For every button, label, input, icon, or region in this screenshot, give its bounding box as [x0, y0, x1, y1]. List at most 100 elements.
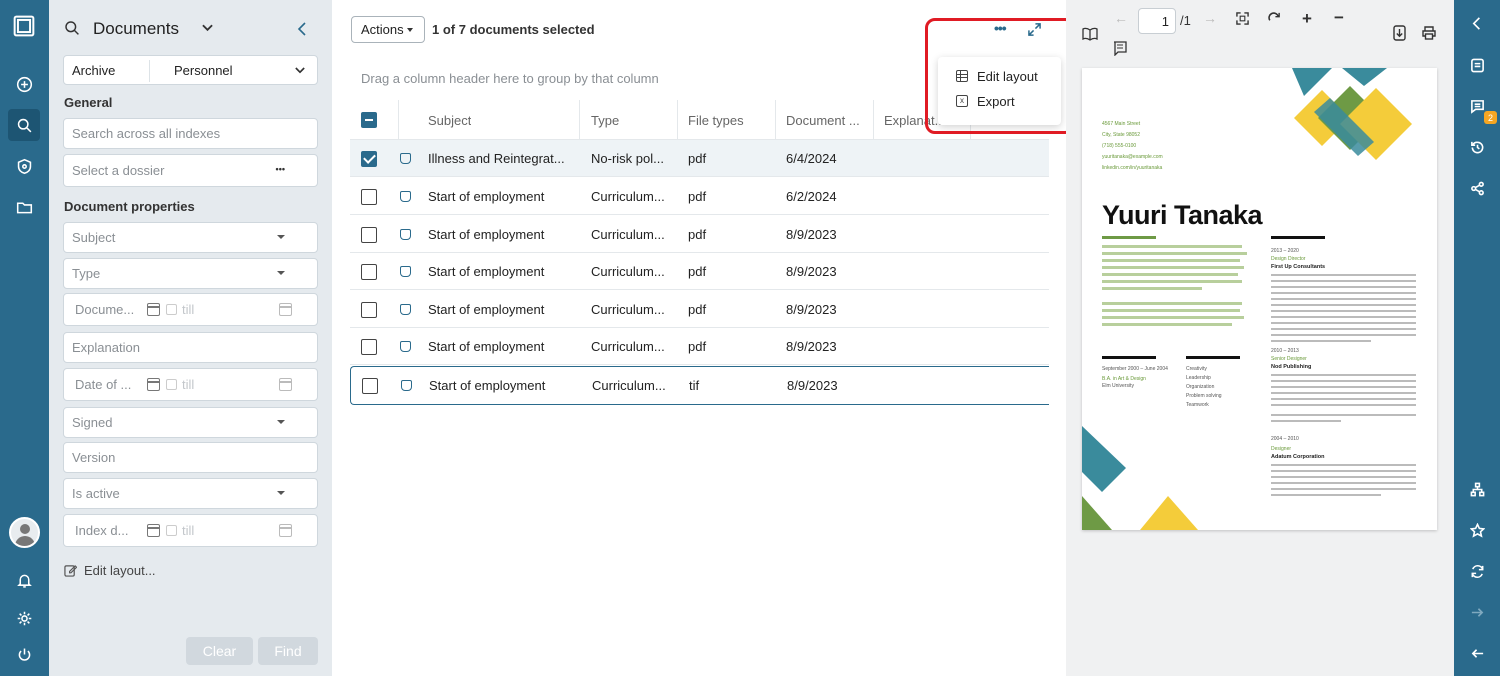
cell-document-date: 8/9/2023: [786, 264, 837, 279]
signed-select[interactable]: Signed: [63, 407, 318, 438]
page-number-input[interactable]: 1: [1138, 8, 1176, 34]
date-of-range[interactable]: Date of ... till: [63, 368, 318, 401]
document-type-icon: [400, 153, 411, 164]
row-checkbox[interactable]: [361, 338, 377, 355]
dossier-selector[interactable]: Select a dossier •••: [63, 154, 318, 187]
row-checkbox[interactable]: [361, 150, 377, 167]
add-icon[interactable]: [8, 68, 40, 100]
cell-document-date: 8/9/2023: [786, 302, 837, 317]
panel-header: Documents: [49, 0, 332, 56]
cv-name: Yuuri Tanaka: [1102, 200, 1263, 230]
comment-icon[interactable]: [1113, 41, 1127, 56]
cell-type: Curriculum...: [592, 378, 666, 393]
zoom-in-icon[interactable]: +: [1302, 9, 1312, 29]
rotate-icon[interactable]: [1268, 12, 1281, 25]
collapse-panel-icon[interactable]: [297, 22, 306, 36]
cv-job3-years: 2004 – 2010: [1271, 436, 1299, 442]
edit-layout-link[interactable]: Edit layout...: [64, 563, 156, 578]
cv-skill-3: Organization: [1186, 384, 1215, 390]
panel-title: Documents: [93, 19, 179, 38]
collapse-viewer-icon[interactable]: [1468, 14, 1486, 32]
cv-skill-5: Teamwork: [1186, 402, 1209, 408]
is-active-select[interactable]: Is active: [63, 478, 318, 509]
actions-dropdown-button[interactable]: Actions: [351, 16, 425, 43]
cell-file-type: pdf: [688, 189, 707, 204]
sync-icon[interactable]: [1468, 562, 1486, 580]
subject-placeholder: Subject: [72, 230, 116, 245]
version-field[interactable]: Version: [63, 442, 318, 473]
till-label: till: [182, 377, 195, 392]
document-date-range[interactable]: Docume... till: [63, 293, 318, 326]
row-checkbox[interactable]: [361, 301, 377, 318]
cell-subject: Start of employment: [428, 339, 545, 354]
arrow-left-icon[interactable]: [1468, 644, 1486, 662]
type-placeholder: Type: [72, 266, 101, 281]
calendar-icon[interactable]: [279, 303, 292, 316]
zoom-out-icon[interactable]: −: [1334, 8, 1344, 28]
more-icon[interactable]: •••: [276, 164, 285, 174]
search-nav-icon[interactable]: [8, 109, 40, 141]
calendar-icon[interactable]: [147, 378, 160, 391]
document-info-icon[interactable]: [1468, 56, 1486, 74]
column-header-document-date[interactable]: Document ...: [786, 100, 860, 140]
cell-subject: Start of employment: [428, 189, 545, 204]
row-checkbox[interactable]: [361, 188, 377, 205]
column-header-file-types[interactable]: File types: [688, 100, 744, 140]
edit-icon: [64, 565, 77, 577]
calendar-icon[interactable]: [279, 524, 292, 537]
type-select[interactable]: Type: [63, 258, 318, 289]
share-icon[interactable]: [1468, 179, 1486, 197]
table-row[interactable]: Start of employment Curriculum... pdf 6/2/2…: [350, 178, 1049, 215]
calendar-icon[interactable]: [279, 378, 292, 391]
find-button[interactable]: Find: [258, 637, 318, 665]
cell-subject: Start of employment: [428, 227, 545, 242]
avatar[interactable]: [9, 517, 40, 548]
explanation-field[interactable]: Explanation: [63, 332, 318, 363]
explanation-placeholder: Explanation: [72, 340, 140, 355]
archive-selector[interactable]: Archive Personnel: [63, 55, 318, 85]
shield-icon[interactable]: [8, 150, 40, 182]
clear-button[interactable]: Clear: [186, 637, 253, 665]
group-by-drop-zone[interactable]: Drag a column header here to group by th…: [361, 71, 659, 86]
hierarchy-icon[interactable]: [1468, 480, 1486, 498]
table-row[interactable]: Illness and Reintegrat... No-risk pol... p…: [350, 140, 1049, 177]
table-row[interactable]: Start of employment Curriculum... pdf 8/9/2…: [350, 291, 1049, 328]
row-checkbox[interactable]: [362, 377, 378, 394]
table-row[interactable]: Start of employment Curriculum... pdf 8/9/2…: [350, 253, 1049, 290]
arrow-right-icon[interactable]: [1468, 603, 1486, 621]
bell-icon[interactable]: [8, 564, 40, 596]
select-all-checkbox[interactable]: [361, 112, 377, 128]
next-page-icon[interactable]: →: [1203, 10, 1217, 26]
gear-icon[interactable]: [8, 602, 40, 634]
document-type-icon: [400, 229, 411, 240]
row-checkbox[interactable]: [361, 226, 377, 243]
cv-skill-4: Problem solving: [1186, 393, 1222, 399]
table-row[interactable]: Start of employment Curriculum... pdf 8/9/2…: [350, 216, 1049, 253]
calendar-icon[interactable]: [147, 524, 160, 537]
cell-type: Curriculum...: [591, 227, 665, 242]
app-logo-icon[interactable]: [8, 10, 40, 42]
row-checkbox[interactable]: [361, 263, 377, 280]
star-icon[interactable]: [1468, 521, 1486, 539]
highlight-annotation: [925, 18, 1075, 134]
edit-layout-label: Edit layout...: [84, 563, 156, 578]
download-icon[interactable]: [1393, 25, 1406, 41]
search-input[interactable]: Search across all indexes: [63, 118, 318, 149]
archive-label: Archive: [72, 62, 116, 78]
power-icon[interactable]: [8, 638, 40, 670]
history-icon[interactable]: [1468, 138, 1486, 156]
cell-file-type: pdf: [688, 227, 707, 242]
table-row[interactable]: Start of employment Curriculum... pdf 8/9/2…: [350, 328, 1049, 365]
chevron-down-icon[interactable]: [202, 24, 213, 32]
column-header-type[interactable]: Type: [591, 100, 619, 140]
calendar-icon[interactable]: [147, 303, 160, 316]
book-icon[interactable]: [1082, 27, 1098, 41]
previous-page-icon[interactable]: ←: [1114, 10, 1128, 26]
table-row[interactable]: Start of employment Curriculum... tif 8/9/2…: [350, 366, 1049, 405]
index-date-range[interactable]: Index d... till: [63, 514, 318, 547]
subject-select[interactable]: Subject: [63, 222, 318, 253]
folder-icon[interactable]: [8, 191, 40, 223]
print-icon[interactable]: [1422, 26, 1436, 40]
fit-page-icon[interactable]: [1236, 12, 1249, 25]
column-header-subject[interactable]: Subject: [428, 100, 471, 140]
